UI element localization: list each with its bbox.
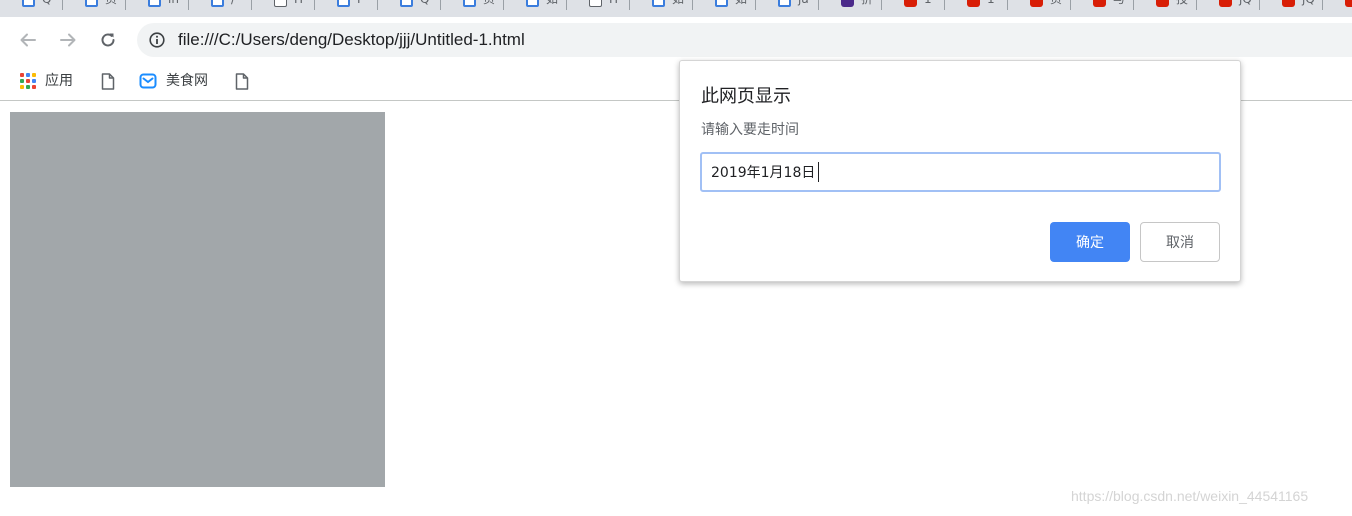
baidu-icon	[526, 0, 539, 7]
tab-title: 技	[1176, 0, 1188, 5]
tab-title: ja	[798, 0, 809, 5]
bookmark-meishi-label: 美食网	[166, 73, 208, 89]
tab-title: I	[357, 0, 361, 5]
csdn-icon	[904, 0, 917, 7]
forward-button[interactable]	[54, 26, 82, 54]
csdn-icon	[1282, 0, 1295, 7]
dialog-message: 请输入要走时间	[701, 122, 799, 138]
tab-title: jQ	[1302, 0, 1315, 5]
tab-title: 如	[546, 0, 558, 5]
tab-0[interactable]: Q	[0, 0, 63, 17]
address-bar[interactable]: file:///C:/Users/deng/Desktop/jjj/Untitl…	[137, 23, 1352, 57]
tab-title: 页	[1050, 0, 1062, 5]
baidu-icon	[778, 0, 791, 7]
baidu-icon	[463, 0, 476, 7]
tab-12[interactable]: ja	[756, 0, 819, 17]
baidu-icon	[22, 0, 35, 7]
csdn-icon	[1030, 0, 1043, 7]
watermark-text: https://blog.csdn.net/weixin_44541165	[1071, 488, 1309, 504]
tab-3[interactable]: /	[189, 0, 252, 17]
tab-11[interactable]: 如	[693, 0, 756, 17]
tab-title: 如	[672, 0, 684, 5]
tab-5[interactable]: I	[315, 0, 378, 17]
grey-box	[10, 112, 385, 487]
csdn-icon	[1345, 0, 1352, 7]
document-icon	[101, 72, 115, 90]
baidu-icon	[337, 0, 350, 7]
cancel-button[interactable]: 取消	[1140, 222, 1220, 262]
bookmark-item-3[interactable]	[235, 71, 249, 91]
tab-title: /	[231, 0, 235, 5]
tab-15[interactable]: 1	[945, 0, 1008, 17]
tab-title: H	[294, 0, 303, 5]
bookmark-apps[interactable]: 应用	[20, 71, 73, 91]
baidu-icon	[400, 0, 413, 7]
tab-1[interactable]: 页	[63, 0, 126, 17]
tab-title: 1	[987, 0, 995, 5]
prompt-dialog: 此网页显示 请输入要走时间 确定 取消	[679, 60, 1241, 282]
tab-title: Q	[42, 0, 51, 5]
tab-strip: Q 页 in / H I Q 页 如 H 如 如 ja 折 1 1 页 与 技 jQ jQ	[0, 0, 1352, 17]
tab-19[interactable]: jQ	[1197, 0, 1260, 17]
csdn-icon	[1093, 0, 1106, 7]
tab-14[interactable]: 1	[882, 0, 945, 17]
baidu-icon	[211, 0, 224, 7]
apps-grid-icon	[20, 73, 36, 89]
tab-title: H	[609, 0, 618, 5]
address-url: file:///C:/Users/deng/Desktop/jjj/Untitl…	[178, 30, 525, 49]
tab-9[interactable]: H	[567, 0, 630, 17]
arrow-right-icon	[60, 33, 76, 47]
bookmark-apps-label: 应用	[45, 73, 73, 89]
document-icon	[274, 0, 287, 7]
tab-18[interactable]: 技	[1134, 0, 1197, 17]
tab-4[interactable]: H	[252, 0, 315, 17]
site-purple-icon	[841, 0, 854, 7]
tab-21[interactable]	[1323, 0, 1352, 17]
text-caret	[818, 162, 819, 182]
info-icon[interactable]	[149, 32, 165, 48]
bookmark-item-1[interactable]	[101, 71, 115, 91]
tab-title: 页	[105, 0, 117, 5]
csdn-icon	[1219, 0, 1232, 7]
tab-title: 1	[924, 0, 932, 5]
tab-10[interactable]: 如	[630, 0, 693, 17]
back-button[interactable]	[14, 26, 42, 54]
reload-icon	[101, 33, 115, 47]
browser-toolbar: file:///C:/Users/deng/Desktop/jjj/Untitl…	[0, 17, 1352, 63]
reload-button[interactable]	[94, 26, 122, 54]
csdn-icon	[967, 0, 980, 7]
baidu-icon	[148, 0, 161, 7]
tab-17[interactable]: 与	[1071, 0, 1134, 17]
baidu-icon	[652, 0, 665, 7]
tab-title: Q	[420, 0, 429, 5]
tab-title: jQ	[1239, 0, 1252, 5]
tab-title: in	[168, 0, 179, 5]
tab-6[interactable]: Q	[378, 0, 441, 17]
tab-title: 页	[483, 0, 495, 5]
prompt-input[interactable]	[700, 152, 1221, 192]
tab-7[interactable]: 页	[441, 0, 504, 17]
tab-13[interactable]: 折	[819, 0, 882, 17]
bookmark-item-meishi[interactable]: 美食网	[139, 71, 208, 91]
tab-title: 与	[1113, 0, 1125, 5]
tab-8[interactable]: 如	[504, 0, 567, 17]
tab-16[interactable]: 页	[1008, 0, 1071, 17]
ok-button[interactable]: 确定	[1050, 222, 1130, 262]
tab-20[interactable]: jQ	[1260, 0, 1323, 17]
mail-icon	[139, 73, 157, 89]
baidu-icon	[715, 0, 728, 7]
tab-2[interactable]: in	[126, 0, 189, 17]
dialog-title: 此网页显示	[701, 86, 791, 107]
baidu-icon	[85, 0, 98, 7]
csdn-icon	[1156, 0, 1169, 7]
document-icon	[589, 0, 602, 7]
tab-title: 如	[735, 0, 747, 5]
tab-title: 折	[861, 0, 873, 5]
arrow-left-icon	[20, 33, 36, 47]
document-icon	[235, 72, 249, 90]
